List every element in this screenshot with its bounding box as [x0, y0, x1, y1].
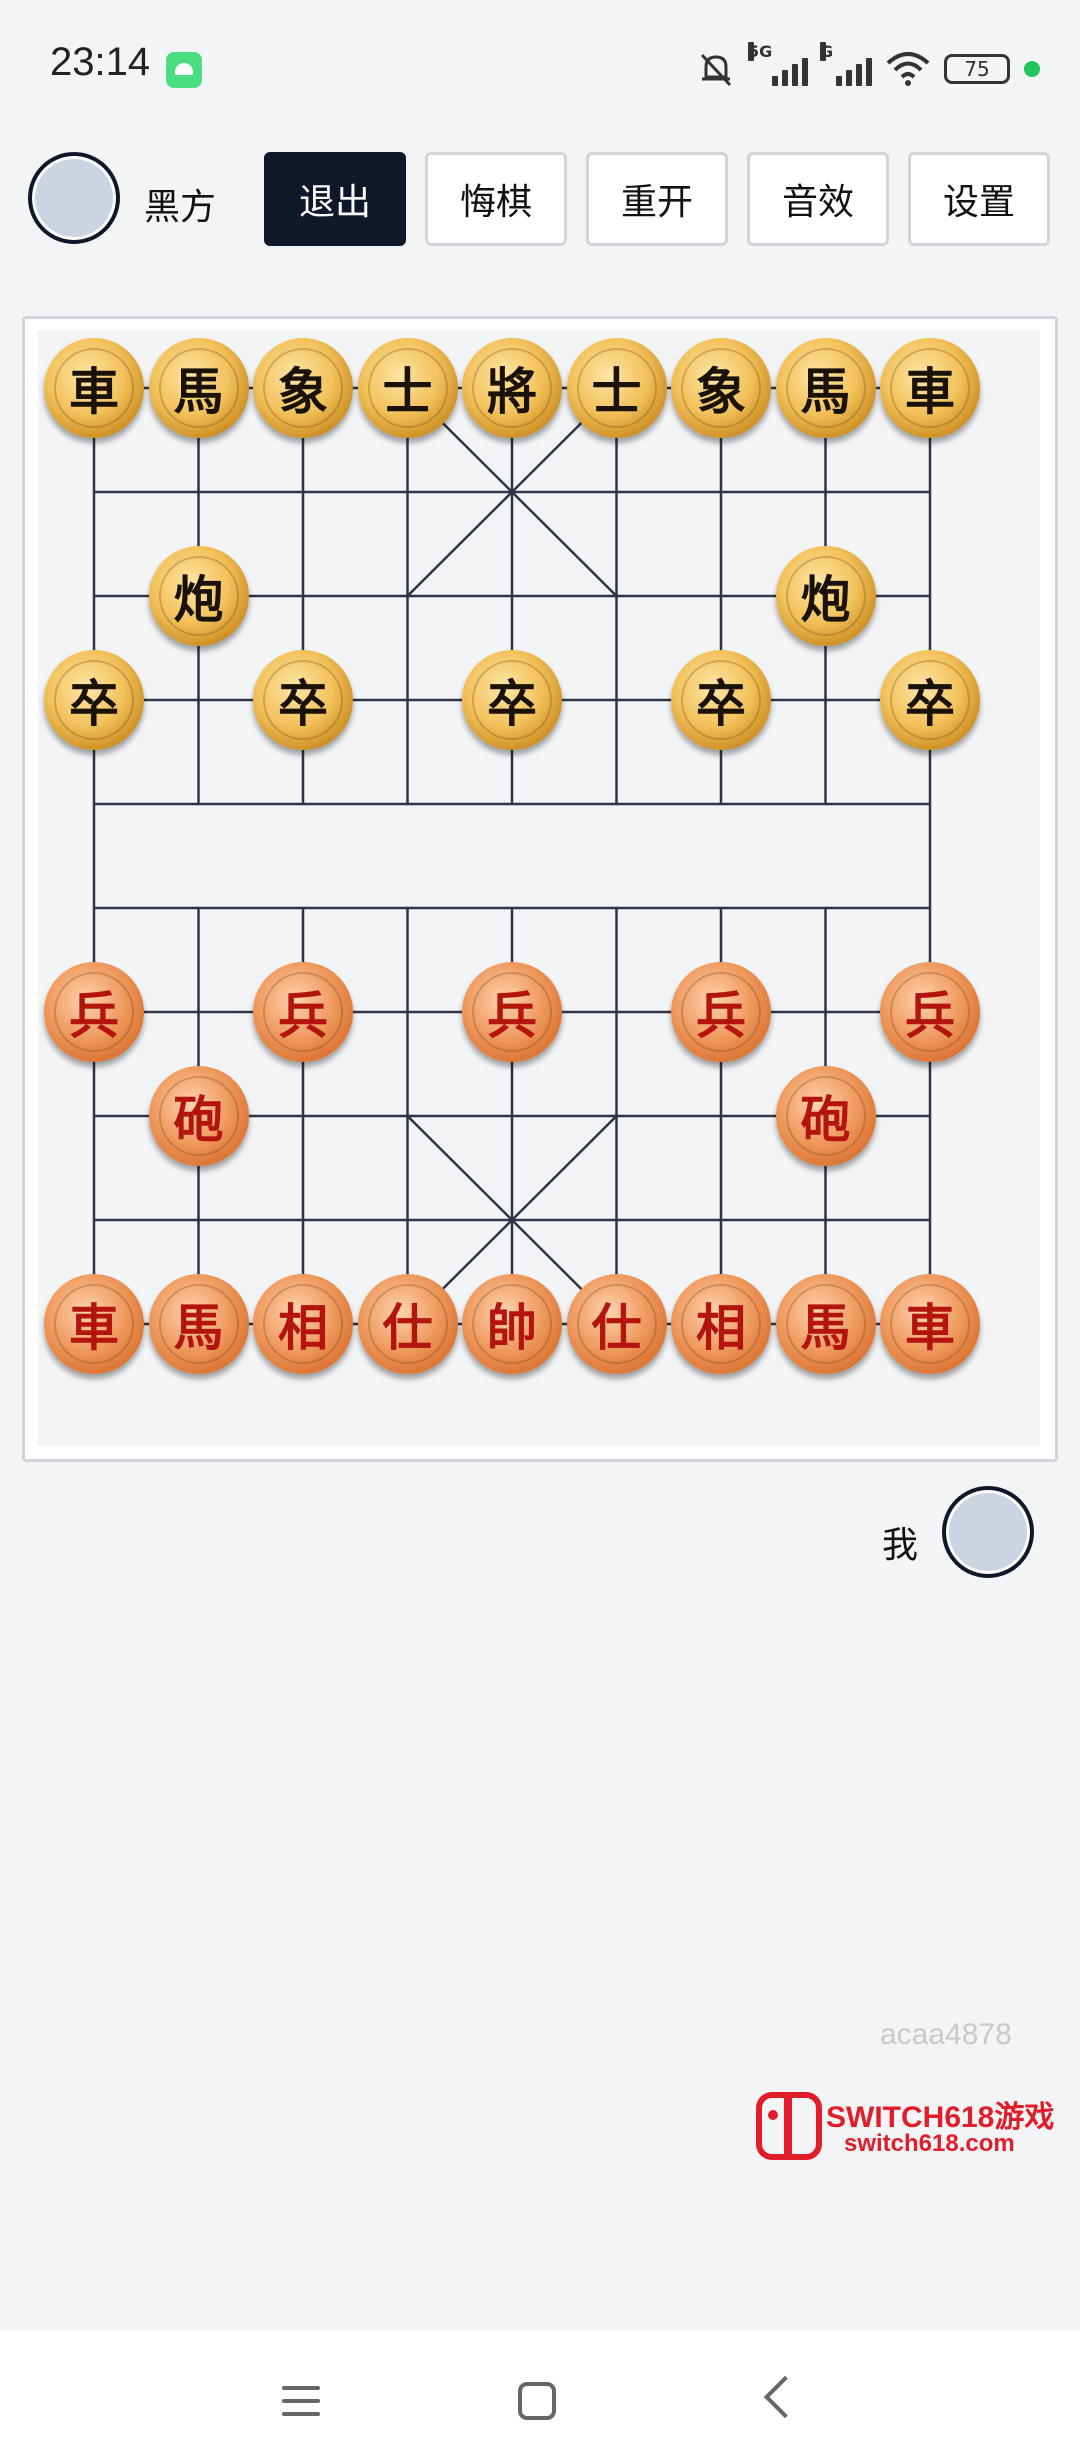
red-piece[interactable]: 兵 — [462, 962, 562, 1062]
battery-icon: 75 — [944, 54, 1010, 84]
red-piece[interactable]: 馬 — [148, 1274, 249, 1374]
piece-label: 相 — [696, 1298, 746, 1357]
red-piece[interactable]: 砲 — [775, 1066, 876, 1166]
piece-label: 卒 — [487, 674, 537, 733]
piece-label: 馬 — [800, 1298, 851, 1357]
piece-label: 帥 — [487, 1298, 537, 1357]
piece-label: 車 — [905, 362, 955, 421]
wifi-icon — [886, 52, 930, 86]
my-avatar — [942, 1486, 1034, 1578]
piece-label: 象 — [696, 362, 746, 421]
restart-button[interactable]: 重开 — [586, 152, 728, 246]
network-label-2: G — [820, 42, 834, 61]
black-piece[interactable]: 炮 — [775, 546, 876, 646]
black-piece[interactable]: 象 — [253, 338, 353, 438]
system-nav-bar — [0, 2330, 1080, 2460]
logo-url: switch618.com — [844, 2130, 1015, 2157]
privacy-indicator-dot — [1024, 61, 1040, 77]
top-bar: 黑方 退出 悔棋 重开 音效 设置 — [0, 150, 1080, 250]
piece-label: 將 — [487, 362, 537, 421]
red-piece[interactable]: 仕 — [357, 1274, 458, 1374]
watermark-id: acaa4878 — [880, 2018, 1012, 2051]
black-piece[interactable]: 卒 — [671, 650, 771, 750]
status-icons: 5G G 75 — [696, 42, 1040, 94]
bell-off-icon — [700, 53, 732, 87]
black-piece[interactable]: 將 — [462, 338, 562, 438]
black-piece[interactable]: 車 — [880, 338, 980, 438]
piece-label: 卒 — [278, 674, 328, 733]
red-piece[interactable]: 砲 — [148, 1066, 249, 1166]
piece-label: 士 — [591, 362, 642, 421]
piece-label: 兵 — [69, 986, 119, 1045]
piece-label: 兵 — [487, 986, 537, 1045]
piece-label: 車 — [905, 1298, 955, 1357]
chess-board[interactable]: 車馬象士將士象馬車炮炮卒卒卒卒卒兵兵兵兵兵砲砲車馬相仕帥仕相馬車 — [38, 330, 1040, 1446]
signal-icon: G — [820, 42, 872, 86]
switch618-logo: SWITCH618游戏 switch618.com — [756, 2092, 1066, 2164]
black-piece[interactable]: 卒 — [44, 650, 144, 750]
piece-label: 仕 — [591, 1298, 642, 1357]
piece-label: 馬 — [173, 1298, 224, 1357]
opponent-name: 黑方 — [144, 187, 217, 228]
black-piece[interactable]: 象 — [671, 338, 771, 438]
black-piece[interactable]: 車 — [44, 338, 144, 438]
menu-icon[interactable] — [282, 2386, 320, 2416]
red-piece[interactable]: 馬 — [775, 1274, 876, 1374]
my-name: 我 — [882, 1525, 919, 1566]
exit-button[interactable]: 退出 — [264, 152, 406, 246]
black-piece[interactable]: 卒 — [462, 650, 562, 750]
piece-label: 馬 — [173, 362, 224, 421]
piece-label: 仕 — [382, 1298, 433, 1357]
status-time: 23:14 — [50, 40, 151, 84]
piece-label: 車 — [69, 362, 119, 421]
piece-label: 車 — [69, 1298, 119, 1357]
undo-button[interactable]: 悔棋 — [425, 152, 567, 246]
home-icon[interactable] — [518, 2382, 556, 2420]
settings-button[interactable]: 设置 — [908, 152, 1050, 246]
piece-label: 象 — [278, 362, 328, 421]
black-piece[interactable]: 卒 — [880, 650, 980, 750]
piece-label: 兵 — [278, 986, 328, 1045]
red-piece[interactable]: 車 — [44, 1274, 144, 1374]
black-piece[interactable]: 卒 — [253, 650, 353, 750]
black-piece[interactable]: 炮 — [148, 546, 249, 646]
black-piece[interactable]: 士 — [357, 338, 458, 438]
black-piece[interactable]: 馬 — [775, 338, 876, 438]
red-piece[interactable]: 相 — [671, 1274, 771, 1374]
piece-label: 炮 — [173, 570, 224, 629]
piece-label: 兵 — [905, 986, 955, 1045]
piece-label: 馬 — [800, 362, 851, 421]
switch-console-icon — [756, 2092, 822, 2160]
opponent-avatar — [28, 152, 120, 244]
red-piece[interactable]: 兵 — [44, 962, 144, 1062]
red-piece[interactable]: 兵 — [253, 962, 353, 1062]
status-bar: 23:14 5G G 75 — [0, 0, 1080, 120]
piece-label: 士 — [382, 362, 433, 421]
piece-label: 相 — [278, 1298, 328, 1357]
piece-label: 卒 — [696, 674, 746, 733]
red-piece[interactable]: 相 — [253, 1274, 353, 1374]
back-icon[interactable] — [763, 2375, 807, 2419]
piece-label: 炮 — [800, 570, 851, 629]
signal-icon: 5G — [748, 42, 808, 86]
red-piece[interactable]: 帥 — [462, 1274, 562, 1374]
red-piece[interactable]: 車 — [880, 1274, 980, 1374]
piece-label: 砲 — [800, 1090, 851, 1149]
black-piece[interactable]: 士 — [566, 338, 667, 438]
network-label-1: 5G — [748, 42, 773, 61]
red-piece[interactable]: 兵 — [671, 962, 771, 1062]
red-piece[interactable]: 兵 — [880, 962, 980, 1062]
sound-button[interactable]: 音效 — [747, 152, 889, 246]
android-app-icon — [166, 52, 202, 88]
piece-label: 卒 — [69, 674, 119, 733]
red-piece[interactable]: 仕 — [566, 1274, 667, 1374]
piece-label: 兵 — [696, 986, 746, 1045]
piece-label: 卒 — [905, 674, 955, 733]
piece-label: 砲 — [173, 1090, 224, 1149]
black-piece[interactable]: 馬 — [148, 338, 249, 438]
